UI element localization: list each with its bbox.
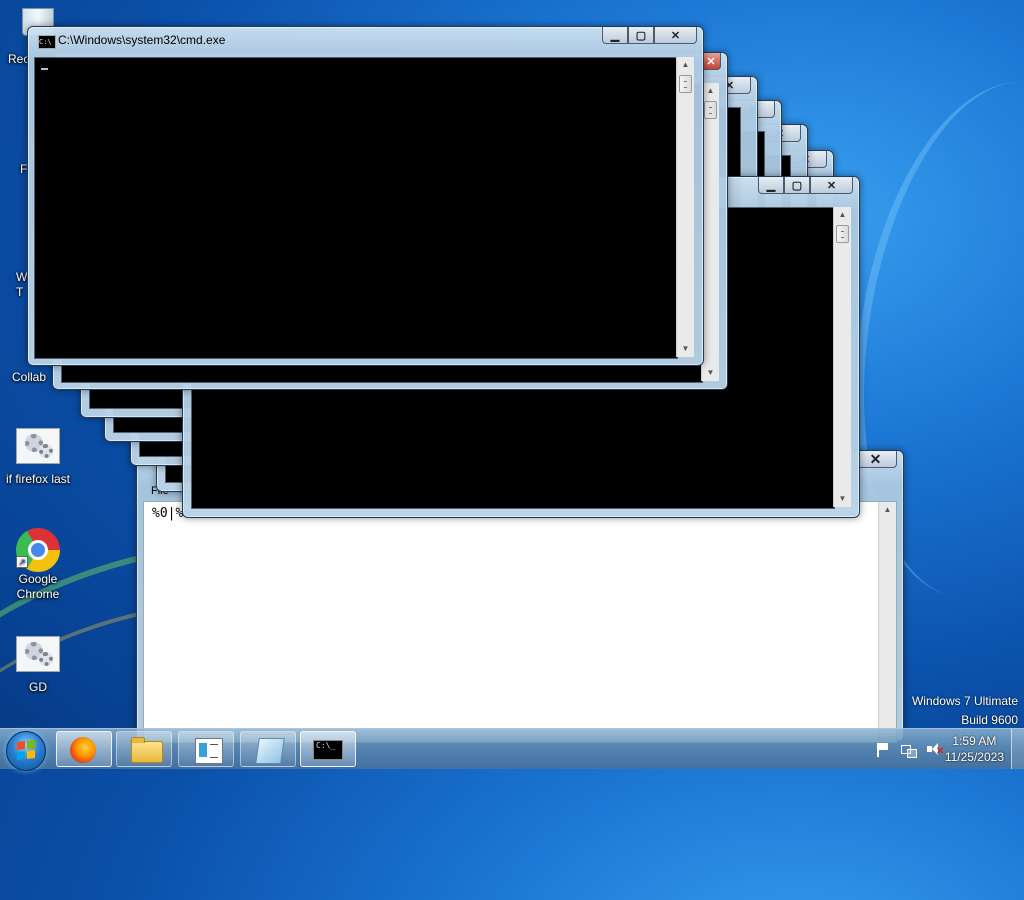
taskbar-explorer[interactable] bbox=[116, 731, 172, 767]
scroll-up-arrow-icon[interactable]: ▲ bbox=[702, 83, 719, 99]
windows-build-watermark: Windows 7 Ultimate Build 9600 bbox=[912, 692, 1018, 730]
scroll-down-arrow-icon[interactable]: ▼ bbox=[834, 491, 851, 507]
vertical-scrollbar[interactable]: ▲ bbox=[878, 502, 896, 742]
vertical-scrollbar[interactable]: ▲ ▼ bbox=[833, 207, 851, 507]
clock-time: 1:59 AM bbox=[952, 734, 997, 748]
action-center-flag-icon[interactable] bbox=[874, 741, 890, 757]
notepad-content: %0|% bbox=[152, 506, 184, 521]
cmd-icon: C:\_ bbox=[313, 740, 343, 760]
cmd-window-front[interactable]: C:\ C:\Windows\system32\cmd.exe ▁ ▢ ✕ ▲ … bbox=[27, 26, 704, 366]
console-output[interactable] bbox=[34, 57, 678, 359]
batch-file-gear-icon bbox=[16, 636, 60, 676]
text-cursor bbox=[41, 68, 48, 70]
desktop-icon-label: if firefox last bbox=[5, 472, 71, 486]
minimize-button[interactable]: ▁ bbox=[602, 27, 628, 44]
notification-area: ✕ bbox=[874, 729, 952, 769]
maximize-button[interactable]: ▢ bbox=[784, 177, 810, 194]
minimize-button[interactable]: ▁ bbox=[758, 177, 784, 194]
desktop-icon-gd[interactable]: GD bbox=[0, 636, 76, 695]
folder-icon bbox=[131, 737, 163, 763]
taskbar-app[interactable] bbox=[240, 731, 296, 767]
start-button[interactable] bbox=[6, 731, 46, 771]
close-button[interactable]: ✕ bbox=[701, 53, 721, 70]
window-title: C:\Windows\system32\cmd.exe bbox=[58, 33, 226, 47]
taskbar-cmd[interactable]: C:\_ bbox=[300, 731, 356, 767]
desktop-icon-label: Google Chrome bbox=[16, 572, 60, 601]
scroll-down-arrow-icon[interactable]: ▼ bbox=[702, 365, 719, 381]
vertical-scrollbar[interactable]: ▲ ▼ bbox=[676, 57, 694, 357]
taskbar-notepad[interactable] bbox=[178, 731, 234, 767]
desktop-icon-label: GD bbox=[29, 680, 47, 694]
scroll-up-arrow-icon[interactable]: ▲ bbox=[677, 57, 694, 73]
desktop-icon-google-chrome[interactable]: ↗ Google Chrome bbox=[0, 528, 76, 602]
close-button[interactable]: ✕ bbox=[854, 451, 897, 468]
scroll-up-arrow-icon[interactable]: ▲ bbox=[879, 502, 896, 518]
taskbar-firefox[interactable] bbox=[56, 731, 112, 767]
batch-file-gear-icon bbox=[16, 428, 60, 468]
scroll-up-arrow-icon[interactable]: ▲ bbox=[834, 207, 851, 223]
chrome-icon: ↗ bbox=[16, 528, 60, 572]
windows-logo-icon bbox=[17, 740, 35, 760]
shortcut-arrow-icon: ↗ bbox=[16, 556, 28, 568]
scroll-thumb[interactable] bbox=[836, 225, 849, 243]
system-clock[interactable]: 1:59 AM 11/25/2023 bbox=[945, 733, 1004, 765]
taskbar: C:\_ ✕ 1:59 AM 11/25/2023 bbox=[0, 728, 1024, 771]
close-button[interactable]: ✕ bbox=[810, 177, 853, 194]
volume-muted-icon[interactable]: ✕ bbox=[926, 741, 944, 757]
caption-buttons: ✕ bbox=[854, 451, 897, 468]
watermark-edition: Windows 7 Ultimate bbox=[911, 694, 1018, 708]
app-icon bbox=[255, 738, 285, 764]
scroll-thumb[interactable] bbox=[679, 75, 692, 93]
scroll-down-arrow-icon[interactable]: ▼ bbox=[677, 341, 694, 357]
clock-date: 11/25/2023 bbox=[944, 750, 1004, 764]
network-icon[interactable] bbox=[900, 741, 917, 758]
desktop-icon-if-firefox-last[interactable]: if firefox last bbox=[0, 428, 76, 487]
scroll-thumb[interactable] bbox=[704, 101, 717, 119]
notepad-icon bbox=[195, 738, 223, 764]
firefox-icon bbox=[70, 737, 96, 763]
caption-buttons: ▁ ▢ ✕ bbox=[758, 177, 853, 194]
notepad-text-area[interactable]: %0|% ▲ bbox=[143, 501, 897, 743]
maximize-button[interactable]: ▢ bbox=[628, 27, 654, 44]
close-button[interactable]: ✕ bbox=[654, 27, 697, 44]
show-desktop-button[interactable] bbox=[1011, 729, 1024, 769]
cmd-app-icon: C:\ bbox=[38, 35, 56, 49]
caption-buttons: ✕ bbox=[701, 53, 721, 70]
caption-buttons: ▁ ▢ ✕ bbox=[602, 27, 697, 44]
